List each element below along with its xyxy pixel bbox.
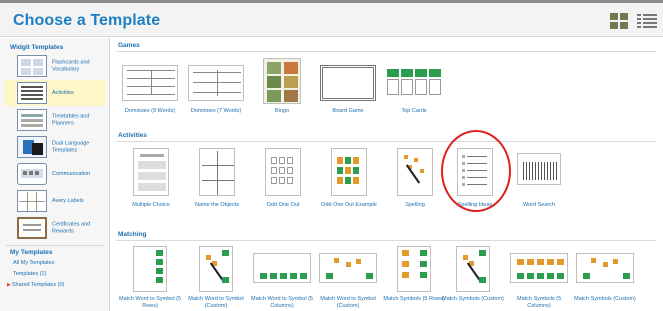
bingo-thumbnail <box>263 58 301 104</box>
section-title-games: Games <box>118 42 140 49</box>
card-label: Dominoes (7 Words) <box>190 108 242 114</box>
sidebar-item-label: Avery Labels <box>52 197 84 204</box>
board-game-thumbnail <box>320 65 376 101</box>
sidebar-item-label: Flashcards and Vocabulary <box>52 59 90 73</box>
odd-one-out-thumbnail <box>265 148 301 196</box>
card-label: Match Symbols (5 Rows) <box>383 296 445 302</box>
section-rule <box>116 240 656 241</box>
sidebar-divider <box>6 245 104 246</box>
my-templates-heading: My Templates <box>10 249 53 256</box>
card-label: Match Word to Symbol (Custom) <box>320 296 376 309</box>
match-word-symbol-custom-2-thumbnail <box>319 253 377 283</box>
section-title-activities: Activities <box>118 132 147 139</box>
section-rule <box>116 141 656 142</box>
template-card-match-word-symbol-5-columns[interactable]: Match Word to Symbol (5 Columns) <box>249 244 315 311</box>
template-card-match-word-symbol-5-rows[interactable]: Match Word to Symbol (5 Rows) <box>117 244 183 311</box>
template-card-board-game[interactable]: Board Game <box>315 62 381 132</box>
spelling-thumbnail <box>397 148 433 196</box>
template-card-match-symbols-custom-2[interactable]: Match Symbols (Custom) <box>572 244 638 311</box>
communication-icon <box>17 163 47 185</box>
sidebar-item-label: Timetables and Planners <box>52 113 90 127</box>
card-label: Match Symbols (Custom) <box>442 296 504 302</box>
template-card-match-symbols-custom[interactable]: Match Symbols (Custom) <box>440 244 506 311</box>
template-card-match-symbols-5-columns[interactable]: Match Symbols (5 Columns) <box>506 244 572 311</box>
card-label: Bingo <box>274 108 290 114</box>
certificates-icon <box>17 217 47 239</box>
template-card-match-word-symbol-custom[interactable]: Match Word to Symbol (Custom) <box>183 244 249 311</box>
sidebar-item-label: Activities <box>52 89 74 96</box>
shared-templates-label: Shared Templates (0) <box>11 282 65 288</box>
card-label: Dominoes (9 Words) <box>124 108 176 114</box>
avery-labels-icon <box>17 190 47 212</box>
template-card-odd-one-out-example[interactable]: Odd One Out Example <box>316 148 382 218</box>
widgit-templates-heading: Widgit Templates <box>10 44 64 51</box>
sidebar-item-communication[interactable]: Communication <box>4 161 106 187</box>
sidebar-item-activities[interactable]: Activities <box>4 80 106 106</box>
flashcards-icon <box>17 55 47 77</box>
top-cards-thumbnail <box>386 67 442 99</box>
sidebar: Widgit Templates Flashcards and Vocabula… <box>0 38 110 311</box>
dominoes-7-thumbnail <box>188 65 244 101</box>
section-rule <box>116 51 656 52</box>
match-symbols-custom-thumbnail <box>456 246 490 292</box>
template-card-spelling[interactable]: Spelling <box>382 148 448 218</box>
match-symbols-5-rows-thumbnail <box>397 246 431 292</box>
template-card-dominoes-7[interactable]: Dominoes (7 Words) <box>183 62 249 132</box>
all-my-templates-link[interactable]: All My Templates <box>13 260 54 266</box>
template-card-top-cards[interactable]: Top Cards <box>381 62 447 132</box>
card-label: Board Game <box>332 108 364 114</box>
card-label: Match Word to Symbol (5 Columns) <box>251 296 313 309</box>
timetables-icon <box>17 109 47 131</box>
card-label: Word Search <box>523 202 555 208</box>
grid-view-icon[interactable] <box>609 12 629 30</box>
sidebar-item-flashcards[interactable]: Flashcards and Vocabulary <box>4 53 106 79</box>
card-label: Match Word to Symbol (Custom) <box>188 296 244 309</box>
header-bar: Choose a Template <box>0 3 663 37</box>
expand-arrow-icon[interactable]: ▶ <box>7 282 11 288</box>
sidebar-item-certificates[interactable]: Certificates and Rewards <box>4 215 106 241</box>
sidebar-item-label: Dual Language Templates <box>52 140 90 154</box>
match-symbols-custom-2-thumbnail <box>576 253 634 283</box>
match-word-symbol-5-columns-thumbnail <box>253 253 311 283</box>
word-search-thumbnail <box>517 153 561 185</box>
card-label: Match Symbols (5 Columns) <box>516 296 561 309</box>
card-label: Odd One Out Example <box>321 202 377 208</box>
templates-link[interactable]: Templates (1) <box>13 271 46 277</box>
dominoes-9-thumbnail <box>122 65 178 101</box>
card-label: Top Cards <box>401 108 427 114</box>
match-word-symbol-custom-thumbnail <box>199 246 233 292</box>
card-label: Name the Objects <box>194 202 240 208</box>
template-card-match-symbols-5-rows[interactable]: Match Symbols (5 Rows) <box>381 244 447 311</box>
template-card-dominoes-9[interactable]: Dominoes (9 Words) <box>117 62 183 132</box>
match-word-symbol-5-rows-thumbnail <box>133 246 167 292</box>
sidebar-item-dual-language[interactable]: Dual Language Templates <box>4 134 106 160</box>
card-label: Match Symbols (Custom) <box>574 296 636 302</box>
card-label: Match Word to Symbol (5 Rows) <box>119 296 181 309</box>
highlight-circle <box>441 130 511 212</box>
sidebar-item-label: Communication <box>52 170 91 177</box>
sidebar-item-avery-labels[interactable]: Avery Labels <box>4 188 106 214</box>
dual-language-icon <box>17 136 47 158</box>
name-the-objects-thumbnail <box>199 148 235 196</box>
list-view-icon[interactable] <box>637 12 657 30</box>
card-label: Odd One Out <box>266 202 300 208</box>
card-label: Spelling <box>405 202 425 208</box>
page-title: Choose a Template <box>13 12 161 29</box>
template-card-bingo[interactable]: Bingo <box>249 58 315 128</box>
odd-one-out-example-thumbnail <box>331 148 367 196</box>
match-symbols-5-columns-thumbnail <box>510 253 568 283</box>
template-card-match-word-symbol-custom-2[interactable]: Match Word to Symbol (Custom) <box>315 244 381 311</box>
activities-icon <box>17 82 47 104</box>
template-card-word-search[interactable]: Word Search <box>506 148 572 218</box>
multiple-choice-thumbnail <box>133 148 169 196</box>
template-card-multiple-choice[interactable]: Multiple Choice <box>118 148 184 218</box>
template-card-odd-one-out[interactable]: Odd One Out <box>250 148 316 218</box>
sidebar-item-label: Certificates and Rewards <box>52 221 91 235</box>
template-card-name-the-objects[interactable]: Name the Objects <box>184 148 250 218</box>
section-title-matching: Matching <box>118 231 147 238</box>
shared-templates-link[interactable]: ▶Shared Templates (0) <box>7 282 64 288</box>
card-label: Multiple Choice <box>132 202 170 208</box>
sidebar-item-timetables[interactable]: Timetables and Planners <box>4 107 106 133</box>
